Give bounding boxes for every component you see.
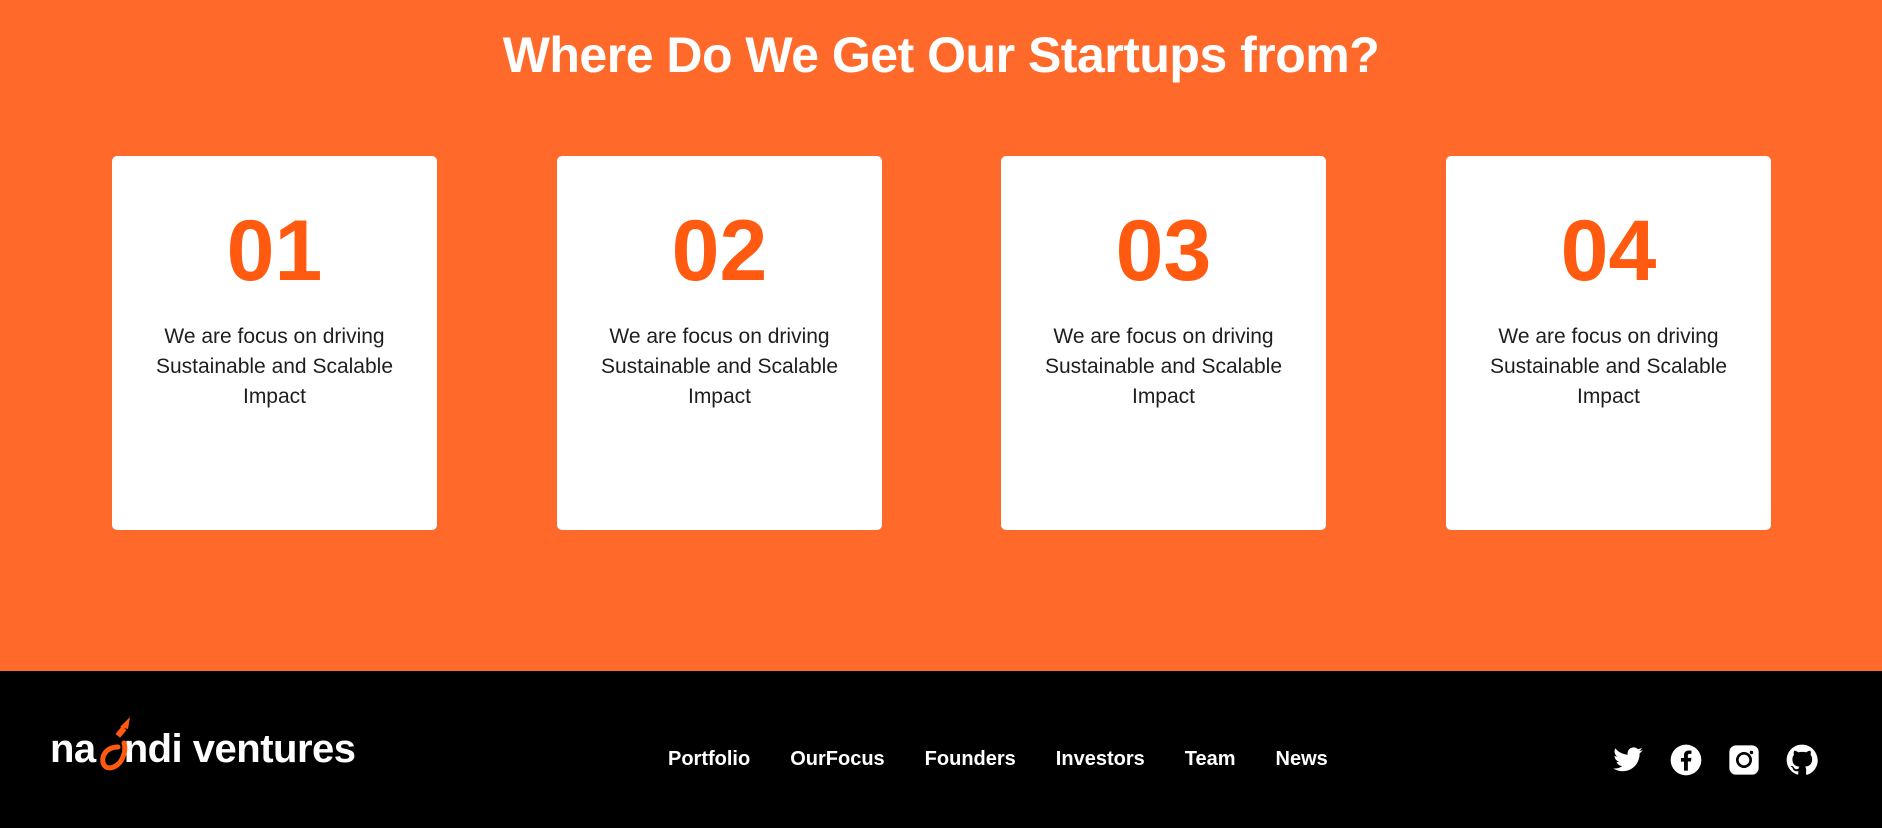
logo-text-end: ndi ventures (123, 726, 356, 771)
instagram-icon[interactable] (1728, 744, 1760, 776)
logo[interactable]: na ndi ventures (50, 717, 356, 777)
logo-text-start: na (50, 726, 96, 771)
nav-link-investors[interactable]: Investors (1056, 745, 1145, 773)
nav-link-news[interactable]: News (1276, 745, 1328, 773)
startups-section: Where Do We Get Our Startups from? 01 We… (0, 0, 1882, 671)
card-number: 02 (671, 203, 768, 299)
rocket-icon (100, 717, 130, 771)
logo-swoosh (96, 717, 130, 771)
nav-link-founders[interactable]: Founders (925, 745, 1016, 773)
card-02: 02 We are focus on driving Sustainable a… (557, 156, 882, 530)
card-text: We are focus on driving Sustainable and … (155, 325, 393, 408)
card-text: We are focus on driving Sustainable and … (600, 325, 838, 408)
facebook-icon[interactable] (1670, 744, 1702, 776)
nav-link-portfolio[interactable]: Portfolio (668, 745, 750, 773)
nav-link-ourfocus[interactable]: OurFocus (790, 745, 884, 773)
footer-nav: Portfolio OurFocus Founders Investors Te… (668, 745, 1328, 773)
card-04: 04 We are focus on driving Sustainable a… (1446, 156, 1771, 530)
github-icon[interactable] (1786, 744, 1818, 776)
card-number: 04 (1560, 203, 1657, 299)
card-01: 01 We are focus on driving Sustainable a… (112, 156, 437, 530)
social-links (1612, 744, 1818, 776)
card-text: We are focus on driving Sustainable and … (1489, 325, 1727, 408)
twitter-icon[interactable] (1612, 744, 1644, 776)
card-text: We are focus on driving Sustainable and … (1044, 325, 1282, 408)
card-03: 03 We are focus on driving Sustainable a… (1001, 156, 1326, 530)
footer: na ndi ventures Portfolio OurFocus Found… (0, 671, 1882, 828)
nav-link-team[interactable]: Team (1185, 745, 1236, 773)
section-title: Where Do We Get Our Startups from? (502, 27, 1380, 83)
card-number: 01 (226, 203, 323, 299)
card-number: 03 (1115, 203, 1212, 299)
